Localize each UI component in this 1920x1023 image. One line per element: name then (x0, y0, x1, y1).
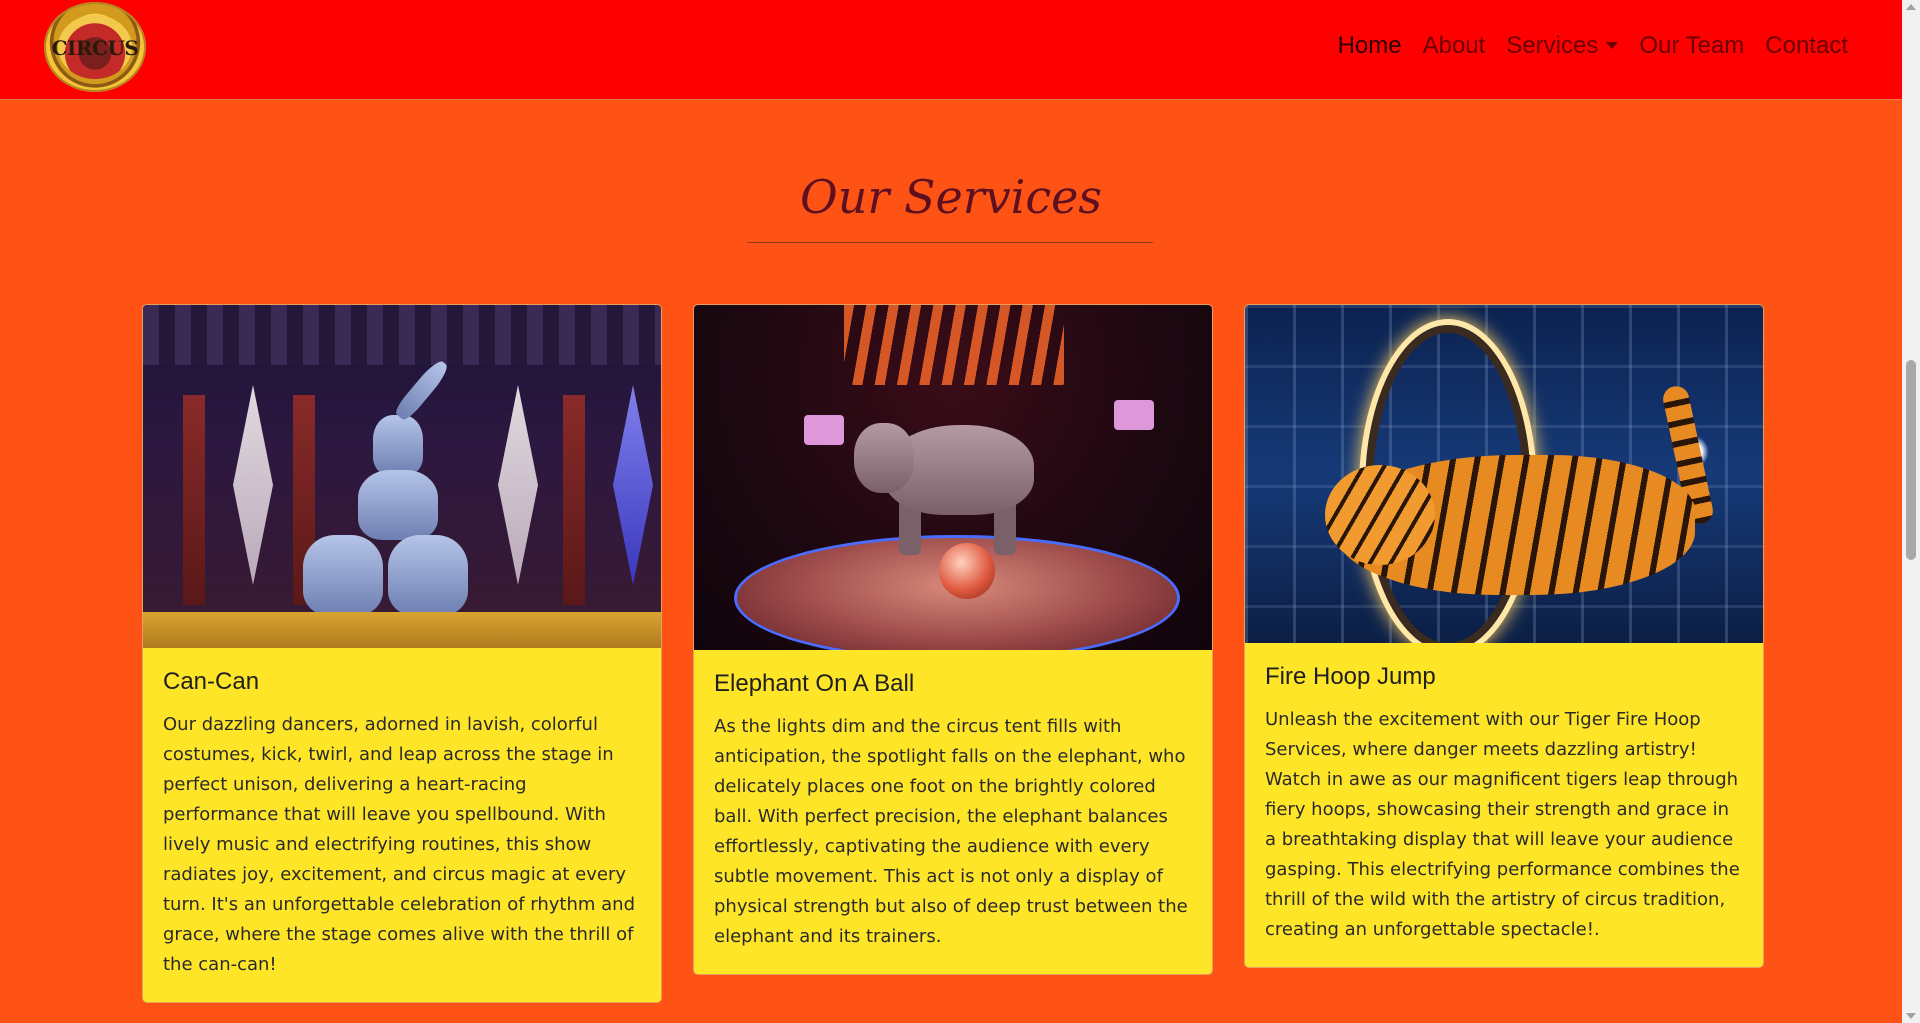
acrobat (358, 470, 438, 540)
elephant-image (694, 305, 1212, 650)
stage-pillar (183, 395, 205, 605)
card-text: Our dazzling dancers, adorned in lavish,… (163, 714, 635, 975)
service-card-elephant: Elephant On A Ball As the lights dim and… (693, 304, 1213, 975)
nav-services-dropdown[interactable]: Services (1506, 31, 1619, 61)
nav-links: Home About Services Our Team Contact (1338, 31, 1848, 61)
elephant-head (854, 423, 914, 493)
nav-services-label: Services (1506, 32, 1599, 59)
scroll-down-icon[interactable] (1906, 1013, 1916, 1019)
card-title: Elephant On A Ball (714, 670, 915, 697)
section-title: Our Services (800, 170, 1102, 224)
card-body: Can-Can Our dazzling dancers, adorned in… (143, 648, 661, 1002)
navbar: CIRCUS Home About Services Our Team Cont… (0, 0, 1902, 100)
card-body: Fire Hoop Jump Unleash the excitement wi… (1245, 643, 1763, 967)
logo-text: CIRCUS (51, 36, 139, 60)
can-can-image (143, 305, 661, 648)
stage-diamond (233, 385, 273, 585)
stage-pillar (563, 395, 585, 605)
scroll-up-icon[interactable] (1906, 4, 1916, 10)
acrobat (373, 415, 423, 475)
page-scrollbar[interactable] (1902, 0, 1920, 1023)
card-text: As the lights dim and the circus tent fi… (714, 716, 1188, 947)
card-title: Fire Hoop Jump (1265, 663, 1436, 690)
acrobat (303, 535, 383, 615)
circus-logo[interactable]: CIRCUS (44, 2, 146, 92)
caret-down-icon (1606, 42, 1619, 49)
nav-home-link[interactable]: Home (1338, 31, 1402, 61)
tiger-image (1245, 305, 1763, 643)
nav-about-link[interactable]: About (1423, 31, 1486, 61)
card-title: Can-Can (163, 668, 260, 695)
card-text: Unleash the excitement with our Tiger Fi… (1265, 709, 1740, 940)
stage-drape (143, 305, 661, 365)
scroll-thumb[interactable] (1906, 360, 1916, 560)
title-divider (747, 242, 1153, 243)
card-body: Elephant On A Ball As the lights dim and… (694, 650, 1212, 974)
acrobat-leg (392, 357, 452, 423)
stage-diamond (613, 385, 653, 585)
tiger-head (1325, 465, 1435, 565)
ball (939, 543, 995, 599)
stage-floor (143, 612, 661, 648)
stage-diamond (498, 385, 538, 585)
nav-contact-link[interactable]: Contact (1765, 31, 1848, 61)
tent-decoration (844, 305, 1064, 385)
service-card-fire-hoop: Fire Hoop Jump Unleash the excitement wi… (1244, 304, 1764, 968)
nav-our-team-link[interactable]: Our Team (1639, 31, 1744, 61)
service-card-can-can: Can-Can Our dazzling dancers, adorned in… (142, 304, 662, 1003)
spotlight (804, 415, 844, 445)
acrobat (388, 535, 468, 615)
spotlight (1114, 400, 1154, 430)
